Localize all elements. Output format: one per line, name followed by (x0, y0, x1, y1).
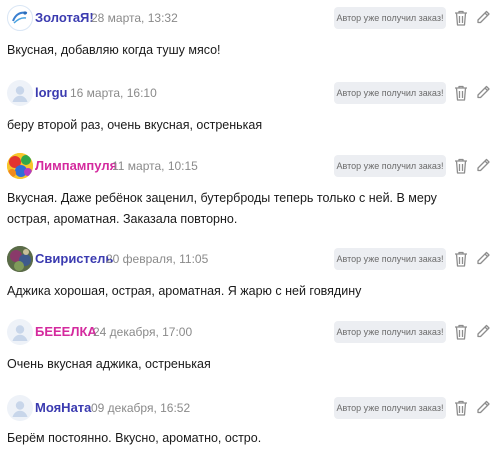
trash-icon[interactable] (453, 399, 469, 417)
trash-icon[interactable] (453, 157, 469, 175)
review-header: Лимпампуля 11 марта, 10:15 Автор уже пол… (7, 151, 492, 181)
review-header: БЕЕЕЛКА 24 декабря, 17:00 Автор уже полу… (7, 317, 492, 347)
trash-icon[interactable] (453, 9, 469, 27)
pencil-icon[interactable] (475, 84, 491, 102)
pencil-icon[interactable] (475, 250, 491, 268)
review-header: Свиристель 20 февраля, 11:05 Автор уже п… (7, 244, 492, 274)
review-header: МояНата 09 декабря, 16:52 Автор уже полу… (7, 393, 492, 423)
review-text: Вкусная, добавляю когда тушу мясо! (7, 43, 221, 57)
review-header: lorgu 16 марта, 16:10 Автор уже получил … (7, 78, 492, 108)
review-date: 16 марта, 16:10 (70, 86, 157, 100)
author-received-order-badge: Автор уже получил заказ! (334, 321, 446, 343)
pencil-icon[interactable] (475, 399, 491, 417)
avatar-photo-icon (7, 246, 33, 272)
review-date: 11 марта, 10:15 (112, 159, 198, 173)
review-date: 28 марта, 13:32 (91, 11, 178, 25)
review-date: 20 февраля, 11:05 (106, 252, 209, 266)
avatar-photo-icon (7, 153, 33, 179)
default-avatar-icon (12, 401, 28, 417)
author-name[interactable]: Лимпампуля (35, 158, 117, 173)
trash-icon[interactable] (453, 250, 469, 268)
avatar-logo-icon (12, 11, 28, 24)
avatar[interactable] (7, 80, 33, 106)
review-text: Берём постоянно. Вкусно, ароматно, остро… (7, 431, 262, 445)
avatar[interactable] (7, 319, 33, 345)
trash-icon[interactable] (453, 84, 469, 102)
author-name[interactable]: БЕЕЕЛКА (35, 324, 97, 339)
author-received-order-badge: Автор уже получил заказ! (334, 155, 446, 177)
author-name[interactable]: lorgu (35, 85, 68, 100)
review-date: 09 декабря, 16:52 (91, 401, 191, 415)
review-text: Очень вкусная аджика, остренькая (7, 357, 211, 371)
avatar[interactable] (7, 246, 33, 272)
review-text: беру второй раз, очень вкусная, остреньк… (7, 118, 263, 132)
author-received-order-badge: Автор уже получил заказ! (334, 248, 446, 270)
default-avatar-icon (12, 325, 28, 341)
trash-icon[interactable] (453, 323, 469, 341)
author-name[interactable]: Свиристель (35, 251, 113, 266)
author-name[interactable]: ЗолотаЯ! (35, 10, 94, 25)
pencil-icon[interactable] (475, 323, 491, 341)
avatar[interactable] (7, 153, 33, 179)
review-date: 24 декабря, 17:00 (93, 325, 193, 339)
author-received-order-badge: Автор уже получил заказ! (334, 7, 446, 29)
review-text: Вкусная. Даже ребёнок заценил, бутерброд… (7, 191, 437, 226)
pencil-icon[interactable] (475, 157, 491, 175)
review-text: Аджика хорошая, острая, ароматная. Я жар… (7, 284, 362, 298)
author-received-order-badge: Автор уже получил заказ! (334, 397, 446, 419)
reviews-list: ЗолотаЯ! 28 марта, 13:32 Автор уже получ… (0, 0, 492, 450)
review-header: ЗолотаЯ! 28 марта, 13:32 Автор уже получ… (7, 3, 492, 33)
avatar[interactable] (7, 395, 33, 421)
avatar[interactable] (7, 5, 33, 31)
pencil-icon[interactable] (475, 9, 491, 27)
author-name[interactable]: МояНата (35, 400, 91, 415)
default-avatar-icon (12, 86, 28, 102)
author-received-order-badge: Автор уже получил заказ! (334, 82, 446, 104)
